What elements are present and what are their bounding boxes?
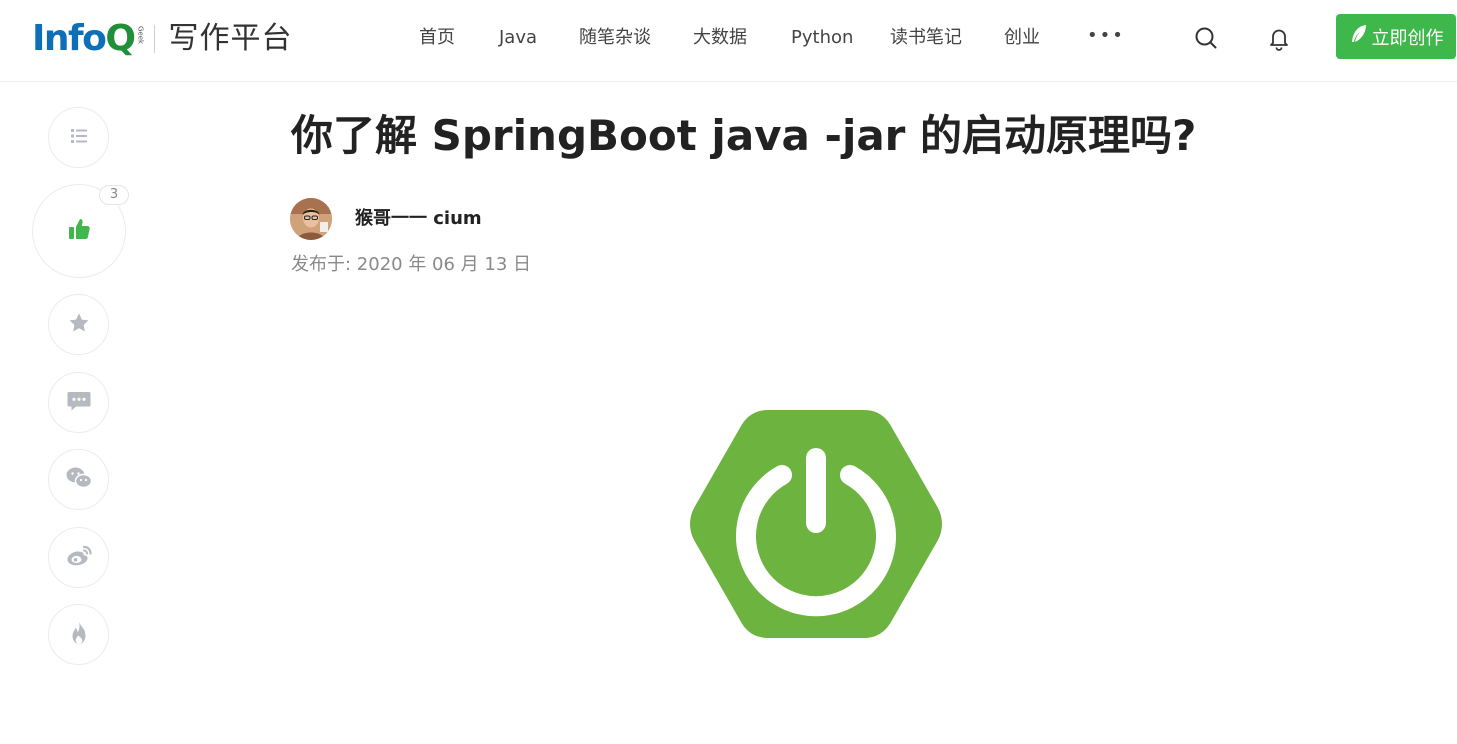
like-count-badge: 3 [99,185,129,205]
main-nav: 首页 Java 随笔杂谈 大数据 Python 读书笔记 创业 ••• [0,0,1457,76]
more-menu-icon[interactable]: ••• [1087,27,1123,48]
nav-item-java[interactable]: Java [499,26,537,50]
comment-icon [66,389,92,417]
nav-item-python[interactable]: Python [791,26,853,50]
favorite-button[interactable] [48,294,109,355]
weibo-share-button[interactable] [48,527,109,588]
nav-item-home[interactable]: 首页 [419,26,455,50]
nav-item-essays[interactable]: 随笔杂谈 [579,26,651,50]
nav-item-startup[interactable]: 创业 [1004,26,1040,50]
create-button-label: 立即创作 [1371,27,1444,49]
wechat-icon [65,466,93,494]
weibo-icon [65,544,93,572]
publish-date: 发布于: 2020 年 06 月 13 日 [291,254,532,275]
search-icon[interactable] [1192,24,1220,52]
list-icon [69,126,89,150]
top-navbar: InfoQ Geek 写作平台 首页 Java 随笔杂谈 大数据 Python … [0,0,1457,82]
author-name[interactable]: 猴哥一一 cium [355,207,482,231]
spring-power-icon [688,408,944,640]
thumbs-up-icon [66,216,92,246]
create-button[interactable]: 立即创作 [1336,14,1456,59]
bell-icon[interactable] [1265,24,1293,52]
article-title: 你了解 SpringBoot java -jar 的启动原理吗? [291,111,1197,160]
author-avatar[interactable] [290,198,332,240]
wechat-share-button[interactable] [48,449,109,510]
hot-button[interactable] [48,604,109,665]
feather-icon [1349,23,1369,50]
fire-icon [67,620,91,650]
toc-button[interactable] [48,107,109,168]
nav-item-bigdata[interactable]: 大数据 [693,26,747,50]
nav-item-reading-notes[interactable]: 读书笔记 [890,26,962,50]
star-icon [67,311,91,339]
comment-button[interactable] [48,372,109,433]
